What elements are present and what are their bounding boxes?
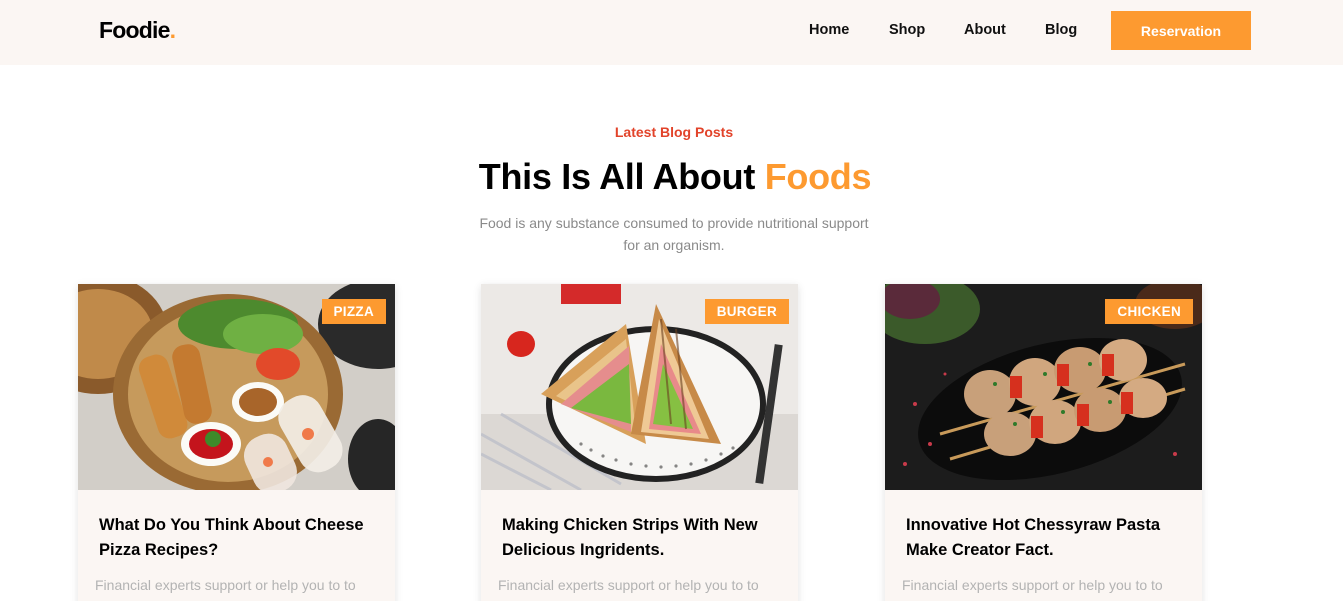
nav-link-blog[interactable]: Blog: [1045, 22, 1077, 38]
brand-logo[interactable]: Foodie.: [99, 17, 176, 44]
headline-accent: Foods: [764, 156, 872, 197]
blog-card-title[interactable]: What Do You Think About Cheese Pizza Rec…: [99, 513, 384, 563]
category-badge[interactable]: PIZZA: [321, 299, 386, 324]
blog-card-pizza[interactable]: PIZZA What Do You Think About Cheese Piz…: [78, 284, 395, 601]
category-badge[interactable]: CHICKEN: [1105, 299, 1193, 324]
blog-card-excerpt: Financial experts support or help you to…: [498, 577, 759, 593]
blog-card-title[interactable]: Making Chicken Strips With New Delicious…: [502, 513, 787, 563]
blog-card-chicken[interactable]: CHICKEN Innovative Hot Chessyraw Pasta M…: [885, 284, 1202, 601]
blog-card-excerpt: Financial experts support or help you to…: [95, 577, 356, 593]
category-badge[interactable]: BURGER: [704, 299, 789, 324]
section-headline: This Is All About Foods: [0, 156, 1343, 198]
blog-card-excerpt: Financial experts support or help you to…: [902, 577, 1163, 593]
section-eyebrow: Latest Blog Posts: [614, 124, 734, 140]
nav-link-home[interactable]: Home: [809, 22, 849, 38]
nav-link-shop[interactable]: Shop: [889, 22, 925, 38]
top-navigation-bar: Foodie. Home Shop About Blog Reservation: [0, 0, 1343, 65]
section-subtitle: Food is any substance consumed to provid…: [479, 215, 869, 253]
blog-card-burger[interactable]: BURGER Making Chicken Strips With New De…: [481, 284, 798, 601]
nav-link-about[interactable]: About: [964, 22, 1006, 38]
brand-name: Foodie: [99, 17, 170, 43]
reservation-button[interactable]: Reservation: [1111, 11, 1251, 50]
blog-card-title[interactable]: Innovative Hot Chessyraw Pasta Make Crea…: [906, 513, 1191, 563]
brand-logo-dot: .: [169, 17, 176, 43]
headline-main: This Is All About: [478, 156, 756, 197]
